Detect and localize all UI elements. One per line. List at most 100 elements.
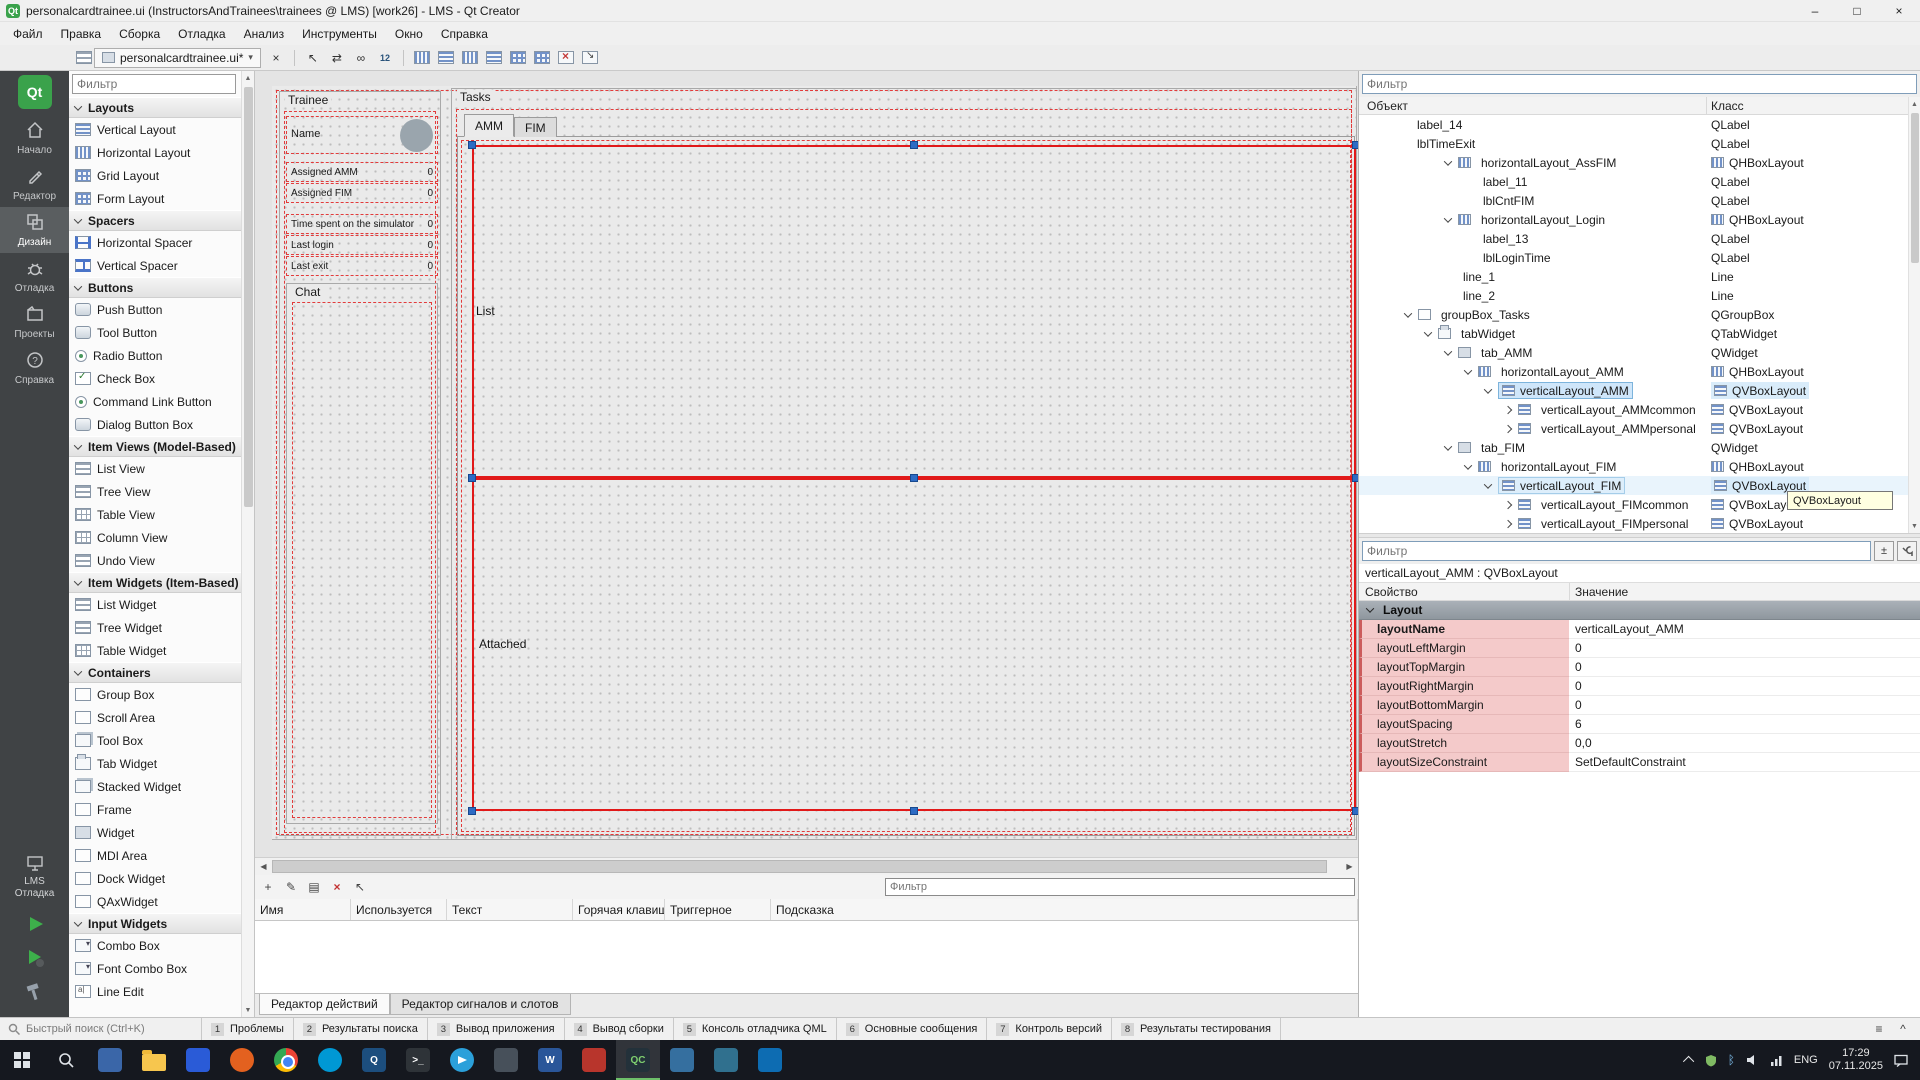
volume-icon[interactable] <box>1746 1054 1759 1066</box>
object-row-tab_FIM[interactable]: tab_FIMQWidget <box>1359 438 1920 457</box>
chevron-down-icon[interactable] <box>1484 480 1492 488</box>
widgetbox-item-horizontal-layout[interactable]: Horizontal Layout <box>69 141 254 164</box>
scroll-down-icon[interactable]: ▼ <box>245 1003 252 1017</box>
output-pane-2[interactable]: 2Результаты поиска <box>294 1018 428 1040</box>
object-inspector-filter-input[interactable] <box>1362 74 1917 94</box>
object-row-label_11[interactable]: label_11QLabel <box>1359 172 1920 191</box>
widgetbox-item-table-view[interactable]: Table View <box>69 503 254 526</box>
column-divider[interactable] <box>1569 583 1570 600</box>
widgetbox-item-combo-box[interactable]: Combo Box <box>69 934 254 957</box>
chevron-right-icon[interactable] <box>1504 500 1512 508</box>
menu-edit[interactable]: Правка <box>52 24 111 44</box>
widgetbox-item-list-view[interactable]: List View <box>69 457 254 480</box>
scroll-up-icon[interactable]: ▲ <box>245 71 252 85</box>
chat-groupbox[interactable]: Chat <box>286 283 438 824</box>
object-row-tab_AMM[interactable]: tab_AMMQWidget <box>1359 343 1920 362</box>
menu-analyze[interactable]: Анализ <box>235 24 294 44</box>
selection-handle-9[interactable] <box>1352 807 1358 815</box>
widgetbox-category-item-widgets-item-based[interactable]: Item Widgets (Item-Based) <box>69 572 254 593</box>
widgetbox-item-vertical-layout[interactable]: Vertical Layout <box>69 118 254 141</box>
column-class[interactable]: Класс <box>1711 99 1744 113</box>
close-button[interactable]: × <box>1878 0 1920 21</box>
widgetbox-item-font-combo-box[interactable]: Font Combo Box <box>69 957 254 980</box>
edit-signals-slots-button[interactable]: ⇄ <box>326 48 348 68</box>
property-group-layout[interactable]: Layout <box>1359 601 1920 620</box>
delete-action-icon[interactable]: × <box>327 878 347 897</box>
widgetbox-item-qaxwidget[interactable]: QAxWidget <box>69 890 254 913</box>
object-row-line_2[interactable]: line_2Line <box>1359 286 1920 305</box>
output-pane-1[interactable]: 1Проблемы <box>202 1018 294 1040</box>
target-selector[interactable]: LMS Отладка <box>15 851 55 907</box>
mode-debug[interactable]: Отладка <box>0 253 69 299</box>
mode-edit[interactable]: Редактор <box>0 161 69 207</box>
tab-[interactable]: Редактор действий <box>259 994 390 1015</box>
widgetbox-item-tab-widget[interactable]: Tab Widget <box>69 752 254 775</box>
object-row-lblCntFIM[interactable]: lblCntFIMQLabel <box>1359 191 1920 210</box>
widgetbox-item-line-edit[interactable]: Line Edit <box>69 980 254 1003</box>
property-value[interactable]: 0 <box>1569 696 1920 715</box>
action-column-6[interactable]: Подсказка <box>771 899 1358 920</box>
column-value[interactable]: Значение <box>1575 585 1628 599</box>
widgetbox-item-tree-widget[interactable]: Tree Widget <box>69 616 254 639</box>
object-tree-scrollbar[interactable]: ▲ ▼ <box>1908 97 1920 533</box>
action-column-5[interactable]: Триггерное <box>665 899 771 920</box>
taskbar-app-database-tool[interactable] <box>660 1040 704 1080</box>
taskbar-app-pdf-viewer[interactable] <box>572 1040 616 1080</box>
object-row-verticalLayout_AMMcommon[interactable]: verticalLayout_AMMcommonQVBoxLayout <box>1359 400 1920 419</box>
debug-run-button[interactable] <box>0 941 69 975</box>
property-value[interactable]: 0,0 <box>1569 734 1920 753</box>
scrollbar-thumb[interactable] <box>1911 113 1919 263</box>
widgetbox-item-tool-box[interactable]: Tool Box <box>69 729 254 752</box>
widgetbox-item-grid-layout[interactable]: Grid Layout <box>69 164 254 187</box>
form-hscrollbar[interactable]: ◀ ▶ <box>255 857 1358 875</box>
property-row-layoutTopMargin[interactable]: layoutTopMargin0 <box>1359 658 1920 677</box>
menu-tools[interactable]: Инструменты <box>293 24 386 44</box>
break-layout-button[interactable] <box>555 48 577 68</box>
layout-splitter-vertical-button[interactable] <box>483 48 505 68</box>
widgetbox-item-horizontal-spacer[interactable]: Horizontal Spacer <box>69 231 254 254</box>
property-row-layoutLeftMargin[interactable]: layoutLeftMargin0 <box>1359 639 1920 658</box>
close-document-button[interactable]: × <box>265 48 287 68</box>
output-pane-8[interactable]: 8Результаты тестирования <box>1112 1018 1281 1040</box>
taskbar-app-vscode[interactable] <box>748 1040 792 1080</box>
mode-design[interactable]: Дизайн <box>0 207 69 253</box>
selection-handle-4[interactable] <box>468 474 476 482</box>
widgetbox-item-dialog-button-box[interactable]: Dialog Button Box <box>69 413 254 436</box>
tray-chevron-up-icon[interactable] <box>1686 1056 1694 1064</box>
selected-layout-bottom[interactable] <box>472 478 1356 811</box>
layout-splitter-horizontal-button[interactable] <box>459 48 481 68</box>
scrollbar-thumb[interactable] <box>244 87 253 507</box>
quick-search-field[interactable]: Быстрый поиск (Ctrl+K) <box>0 1018 202 1040</box>
new-action-icon[interactable]: + <box>258 878 278 897</box>
taskbar-app-pgadmin[interactable] <box>704 1040 748 1080</box>
taskbar-app-word[interactable]: W <box>528 1040 572 1080</box>
selection-handle-8[interactable] <box>910 807 918 815</box>
language-indicator[interactable]: ENG <box>1794 1054 1818 1066</box>
network-icon[interactable] <box>1770 1055 1783 1066</box>
selection-handle-7[interactable] <box>468 807 476 815</box>
taskbar-app-telegram[interactable] <box>440 1040 484 1080</box>
chevron-down-icon[interactable] <box>1464 461 1472 469</box>
widgetbox-item-push-button[interactable]: Push Button <box>69 298 254 321</box>
output-pane-7[interactable]: 7Контроль версий <box>987 1018 1112 1040</box>
object-row-verticalLayout_AMM[interactable]: verticalLayout_AMMQVBoxLayout <box>1359 381 1920 400</box>
column-property[interactable]: Свойство <box>1365 585 1418 599</box>
scrollbar-thumb[interactable] <box>272 860 1327 873</box>
property-value[interactable]: 0 <box>1569 639 1920 658</box>
property-value[interactable]: 6 <box>1569 715 1920 734</box>
menu-file[interactable]: Файл <box>4 24 52 44</box>
widgetbox-item-frame[interactable]: Frame <box>69 798 254 821</box>
document-list-icon[interactable] <box>76 51 92 64</box>
tasks-groupbox[interactable]: Tasks AMM FIM List Attached <box>451 88 1357 840</box>
list-groupbox-title[interactable]: List <box>476 304 495 318</box>
taskbar-app-skype[interactable] <box>308 1040 352 1080</box>
widgetbox-category-buttons[interactable]: Buttons <box>69 277 254 298</box>
selection-handle-3[interactable] <box>1352 141 1358 149</box>
attached-groupbox-title[interactable]: Attached <box>479 637 526 651</box>
layout-vertically-button[interactable] <box>435 48 457 68</box>
form-field-last-login[interactable]: Last login0 <box>286 235 438 255</box>
copy-action-icon[interactable]: ▤ <box>304 878 324 897</box>
bluetooth-icon[interactable]: ᛒ <box>1728 1053 1735 1067</box>
form-tab-amm[interactable]: AMM <box>464 114 514 137</box>
property-value[interactable]: verticalLayout_AMM <box>1569 620 1920 639</box>
